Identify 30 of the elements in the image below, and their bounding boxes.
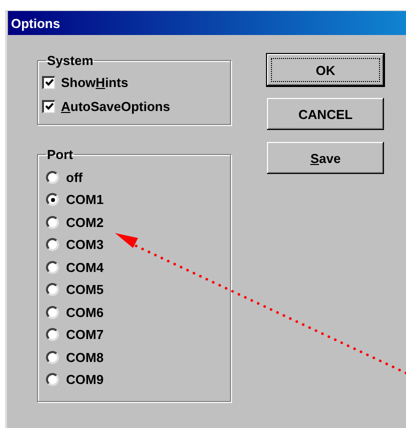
radio-label[interactable]: off — [66, 170, 83, 185]
radio-button[interactable] — [46, 238, 59, 252]
radio-label[interactable]: COM2 — [66, 214, 104, 230]
radio-label[interactable]: COM9 — [66, 372, 104, 388]
radio-button[interactable] — [46, 350, 59, 364]
radio-button[interactable] — [46, 283, 59, 296]
checkbox-label[interactable]: AutoSaveOptions — [61, 98, 170, 114]
radio-button[interactable] — [46, 260, 59, 274]
radio-label[interactable]: COM7 — [66, 327, 104, 342]
checkbox-label[interactable]: ShowHints — [61, 74, 128, 90]
group-title: Port — [46, 147, 74, 162]
radio-button[interactable] — [46, 193, 59, 206]
radio-button[interactable] — [46, 328, 59, 342]
group-title: System — [46, 53, 94, 68]
radio-button[interactable] — [46, 170, 59, 184]
window-title: Options — [11, 16, 60, 30]
dialog-button[interactable]: CANCEL — [267, 98, 384, 130]
radio-label[interactable]: COM6 — [66, 304, 104, 320]
radio-button[interactable] — [46, 373, 59, 386]
radio-button[interactable] — [46, 306, 59, 319]
radio-label[interactable]: COM3 — [66, 237, 104, 252]
radio-label[interactable]: COM5 — [66, 282, 104, 298]
checkbox[interactable] — [42, 76, 55, 88]
checkbox[interactable] — [42, 100, 55, 112]
radio-label[interactable]: COM8 — [66, 350, 104, 365]
radio-label[interactable]: COM4 — [66, 260, 104, 275]
radio-button[interactable] — [46, 216, 59, 229]
dialog-button[interactable]: Save — [267, 142, 384, 174]
radio-label[interactable]: COM1 — [66, 192, 104, 208]
dialog-button[interactable]: OK — [267, 54, 384, 86]
